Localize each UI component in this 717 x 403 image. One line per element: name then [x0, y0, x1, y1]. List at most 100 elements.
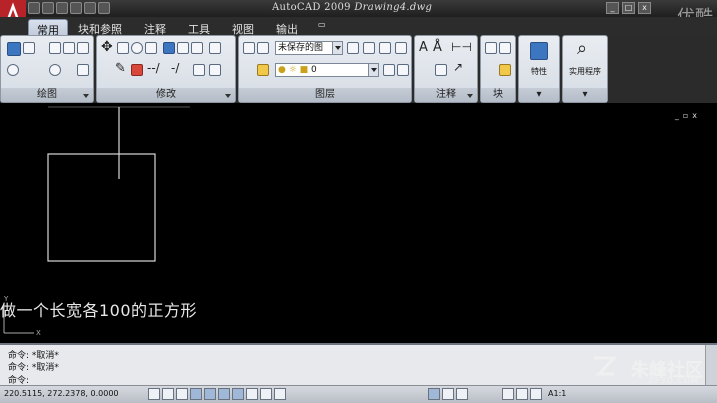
utilities-button[interactable]: ⌕ 实用程序 ▾ [562, 35, 608, 103]
line-icon[interactable] [7, 42, 21, 56]
scale-icon[interactable] [209, 64, 221, 76]
trim-icon[interactable]: ✎ [115, 61, 126, 76]
layer-on-icon[interactable] [257, 64, 269, 76]
rectangle-icon[interactable] [77, 42, 89, 54]
quick-properties-toggle[interactable] [274, 388, 286, 400]
tab-home[interactable]: 常用 [28, 19, 68, 37]
chevron-down-icon[interactable] [83, 94, 89, 98]
properties-dropdown[interactable]: ▾ [519, 88, 559, 102]
annotation-scale[interactable]: A1:1 [548, 389, 566, 398]
print-icon[interactable] [70, 2, 82, 14]
quick-access-toolbar [28, 2, 110, 14]
layer-walk-icon[interactable] [397, 64, 409, 76]
create-block-icon[interactable] [499, 42, 511, 54]
make-current-layer-icon[interactable] [383, 64, 395, 76]
layer-state-select[interactable]: 未保存的图 [275, 41, 343, 55]
viewport-minimize-button[interactable]: _ [675, 111, 679, 120]
minimize-button[interactable]: _ [606, 2, 619, 14]
dimension-icon[interactable]: ⊢⊣ [451, 40, 472, 54]
panel-modify: ✥ ✎ --/ -/ 修改 [96, 35, 236, 103]
rotate-icon[interactable] [117, 42, 129, 54]
chevron-down-icon [332, 42, 342, 54]
layer-properties-icon[interactable] [243, 42, 255, 54]
circle-icon[interactable] [7, 64, 19, 76]
utilities-dropdown[interactable]: ▾ [563, 88, 607, 102]
explode-icon[interactable] [193, 64, 205, 76]
undo-icon[interactable] [84, 2, 96, 14]
snap-toggle[interactable] [148, 388, 160, 400]
command-history-line: 命令: *取消* [8, 363, 59, 373]
command-scrollbar[interactable] [705, 345, 717, 387]
layer-value: 0 [311, 65, 317, 75]
leader-icon[interactable]: ↗ [453, 60, 463, 74]
viewport-restore-button[interactable]: ▫ [683, 111, 688, 120]
osnap-toggle[interactable] [204, 388, 216, 400]
extend-icon[interactable]: -/ [171, 61, 179, 75]
layer-previous-icon[interactable] [363, 42, 375, 54]
polar-toggle[interactable] [190, 388, 202, 400]
otrack-toggle[interactable] [218, 388, 230, 400]
edit-block-icon[interactable] [499, 64, 511, 76]
document-name: Drawing4.dwg [354, 2, 433, 13]
square-shape [47, 153, 156, 262]
save-icon[interactable] [56, 2, 68, 14]
array-icon[interactable] [191, 42, 203, 54]
arc-icon[interactable] [49, 42, 61, 54]
lineweight-toggle[interactable] [260, 388, 272, 400]
stretch-icon[interactable] [209, 42, 221, 54]
copy-icon[interactable] [145, 42, 157, 54]
tab-blocks-references[interactable]: 块和参照 [70, 19, 130, 36]
ortho-toggle[interactable] [176, 388, 188, 400]
dyn-toggle[interactable] [246, 388, 258, 400]
open-icon[interactable] [42, 2, 54, 14]
move-icon[interactable]: ✥ [101, 39, 113, 55]
layer-state-icon[interactable] [257, 42, 269, 54]
pan-button[interactable] [502, 388, 514, 400]
new-icon[interactable] [28, 2, 40, 14]
polyline-icon[interactable] [23, 42, 35, 54]
insert-block-icon[interactable] [485, 42, 497, 54]
panel-block-title[interactable]: 块 [481, 88, 515, 102]
tab-annotate[interactable]: 注释 [136, 19, 174, 36]
tab-output[interactable]: 输出 [268, 19, 306, 36]
redo-icon[interactable] [98, 2, 110, 14]
text-icon[interactable]: A [419, 40, 428, 55]
mirror-icon[interactable] [163, 42, 175, 54]
model-space-button[interactable] [428, 388, 440, 400]
layer-isolate-icon[interactable] [379, 42, 391, 54]
layout2-button[interactable] [456, 388, 468, 400]
break-icon[interactable]: --/ [147, 61, 160, 75]
layer-select[interactable]: ● ☼ ■ 0 [275, 63, 379, 77]
hatch-icon[interactable] [77, 64, 89, 76]
grid-toggle[interactable] [162, 388, 174, 400]
layer-match-icon[interactable] [347, 42, 359, 54]
steering-wheel-button[interactable] [530, 388, 542, 400]
tab-tools[interactable]: 工具 [180, 19, 218, 36]
properties-label: 特性 [531, 67, 547, 76]
close-button[interactable]: x [638, 2, 651, 14]
polygon-icon[interactable] [63, 42, 75, 54]
panel-modify-title[interactable]: 修改 [97, 88, 235, 102]
multiline-text-icon[interactable]: Å [433, 40, 442, 55]
maximize-button[interactable]: □ [622, 2, 635, 14]
zf3d-logo-icon [594, 356, 617, 376]
watermark-bottom-sub: ZF3D.COM [648, 376, 699, 385]
panel-layers-title[interactable]: 图层 [239, 88, 411, 102]
chevron-down-icon[interactable] [467, 94, 473, 98]
viewport-close-button[interactable]: x [692, 111, 697, 120]
zoom-button[interactable] [516, 388, 528, 400]
erase-icon[interactable] [131, 64, 143, 76]
fillet-icon[interactable] [177, 42, 189, 54]
ellipse-icon[interactable] [49, 64, 61, 76]
ducs-toggle[interactable] [232, 388, 244, 400]
layout-button[interactable] [442, 388, 454, 400]
ribbon-minimize-icon[interactable]: ▭ [318, 20, 332, 30]
chevron-down-icon[interactable] [225, 94, 231, 98]
offset-icon[interactable] [131, 42, 143, 54]
tab-view[interactable]: 视图 [224, 19, 262, 36]
drawing-area[interactable]: _ ▫ x Y X 做一个长宽各100的正方形 [0, 103, 717, 343]
layer-unisolate-icon[interactable] [395, 42, 407, 54]
properties-button[interactable]: 特性 ▾ [518, 35, 560, 103]
table-icon[interactable] [435, 64, 447, 76]
panel-draw-title[interactable]: 绘图 [1, 88, 93, 102]
